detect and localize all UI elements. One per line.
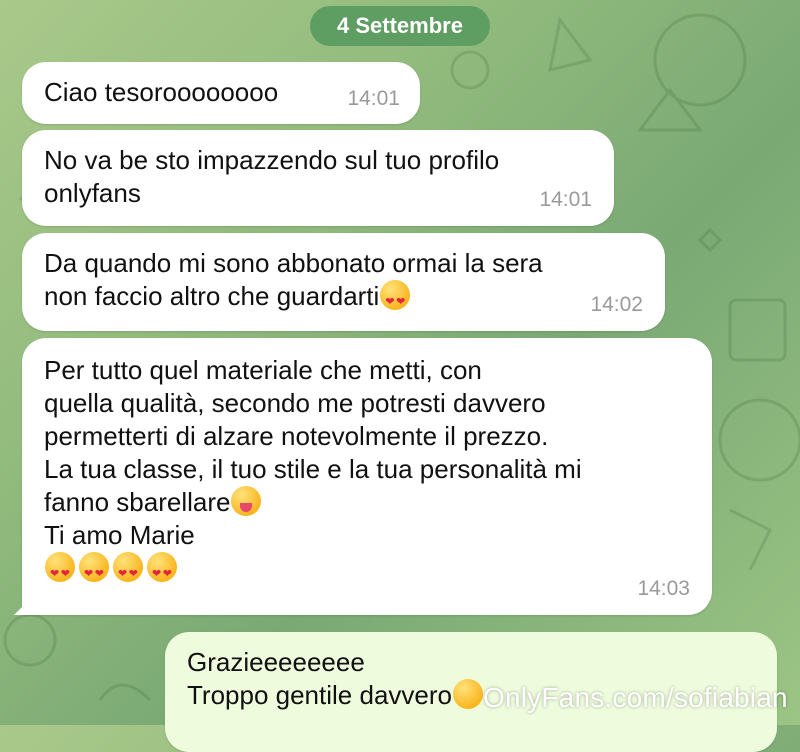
- message-bubble[interactable]: No va be sto impazzendo sul tuo profilo …: [22, 130, 614, 226]
- bubble-tail: [14, 593, 36, 615]
- heart-eyes-emoji-icon: [147, 552, 177, 591]
- heart-eyes-emoji-icon: [380, 280, 411, 319]
- zany-face-emoji-icon: [231, 486, 262, 516]
- heart-eyes-emoji-icon: [45, 552, 75, 591]
- message-time: 14:03: [637, 577, 690, 600]
- message-time: 14:02: [590, 293, 643, 316]
- date-label: 4 Settembre: [337, 13, 463, 38]
- grinning-face-emoji-icon: [452, 679, 483, 709]
- message-text-line: Grazieeeeeeee: [187, 647, 365, 677]
- message-bubble[interactable]: Ciao tesoroooooooo 14:01: [22, 62, 420, 124]
- message-bubble[interactable]: Da quando mi sono abbonato ormai la sera…: [22, 233, 665, 331]
- emoji-row: [44, 552, 180, 591]
- message-time: 14:01: [347, 87, 400, 110]
- message-text: Ciao tesoroooooooo: [44, 77, 279, 107]
- heart-eyes-emoji-icon: [79, 552, 109, 591]
- message-time: 14:01: [539, 188, 592, 211]
- heart-eyes-emoji-icon: [113, 552, 143, 591]
- watermark-text: OnlyFans.com/sofiabian: [483, 682, 788, 713]
- message-text-line: Da quando mi sono abbonato ormai la sera: [44, 248, 543, 278]
- message-text: No va be sto impazzendo sul tuo profilo …: [44, 145, 500, 208]
- date-separator: 4 Settembre: [310, 6, 490, 46]
- message-text-part: Per tutto quel materiale che metti, con …: [44, 355, 582, 517]
- message-text: Troppo gentile davvero: [187, 680, 452, 710]
- message-text-part: Ti amo Marie: [44, 520, 195, 550]
- message-text-line: non faccio altro che guardarti: [44, 280, 411, 319]
- message-bubble[interactable]: Per tutto quel materiale che metti, con …: [14, 338, 712, 615]
- message-text-line: Troppo gentile davvero: [187, 679, 483, 710]
- message-text: Per tutto quel materiale che metti, con …: [44, 355, 582, 517]
- message-text: non faccio altro che guardarti: [44, 281, 380, 311]
